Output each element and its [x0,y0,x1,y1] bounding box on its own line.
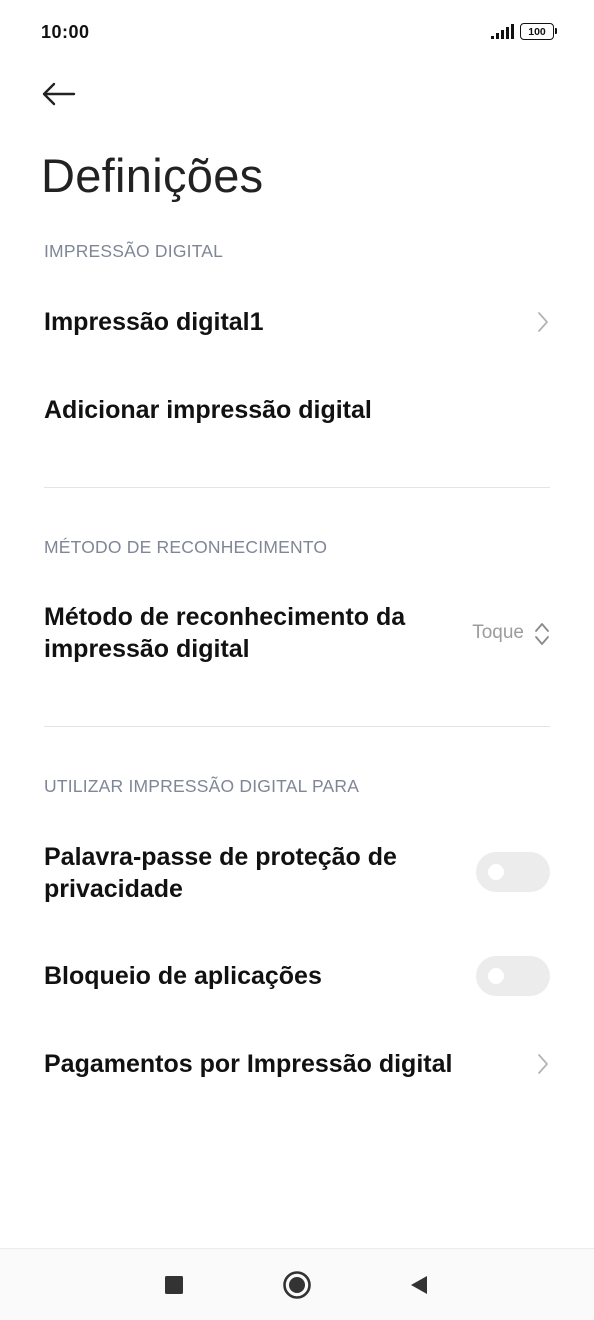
privacy-password-toggle[interactable] [476,852,550,892]
toggle-knob [488,968,504,984]
square-icon [165,1276,183,1294]
add-fingerprint-item[interactable]: Adicionar impressão digital [0,378,594,442]
triangle-back-icon [411,1276,427,1294]
fingerprint-payments-item[interactable]: Pagamentos por Impressão digital [0,1032,594,1096]
chevron-right-icon [538,312,548,332]
fingerprint-payments-label: Pagamentos por Impressão digital [44,1050,453,1078]
system-back-button[interactable] [401,1267,437,1303]
recognition-method-label-line1: Método de reconhecimento da [44,603,406,631]
app-lock-toggle[interactable] [476,956,550,996]
privacy-password-label-line2: privacidade [44,875,183,903]
recognition-method-value: Toque [472,622,524,643]
section-header-method: MÉTODO DE RECONHECIMENTO [44,537,328,557]
divider [44,487,550,488]
recognition-method-label-line2: impressão digital [44,635,250,663]
back-button[interactable] [40,72,88,116]
divider [44,726,550,727]
status-bar: 10:00 100 [0,0,594,66]
status-icons: 100 [491,23,557,40]
chevron-right-icon [538,1054,548,1074]
app-lock-item[interactable]: Bloqueio de aplicações [0,944,594,1008]
signal-icon [491,24,514,39]
privacy-password-label-line1: Palavra-passe de proteção de [44,843,397,871]
add-fingerprint-label: Adicionar impressão digital [44,396,372,424]
arrow-left-icon [42,82,76,106]
chevron-up-down-icon [535,623,549,645]
app-lock-label: Bloqueio de aplicações [44,962,322,990]
battery-icon: 100 [520,23,557,40]
page-title: Definições [41,149,264,202]
fingerprint-item-1[interactable]: Impressão digital1 [0,290,594,354]
toggle-knob [488,864,504,880]
fingerprint-item-1-label: Impressão digital1 [44,308,264,336]
battery-level: 100 [528,25,546,38]
recents-button[interactable] [156,1267,192,1303]
status-time: 10:00 [41,22,90,42]
home-button[interactable] [279,1267,315,1303]
section-header-use-for: UTILIZAR IMPRESSÃO DIGITAL PARA [44,776,360,796]
section-header-fingerprint: IMPRESSÃO DIGITAL [44,241,224,261]
circle-home-icon [283,1271,311,1299]
recognition-method-item[interactable]: Método de reconhecimento da impressão di… [0,596,594,672]
navigation-bar [0,1248,594,1320]
privacy-password-item[interactable]: Palavra-passe de proteção de privacidade [0,834,594,910]
